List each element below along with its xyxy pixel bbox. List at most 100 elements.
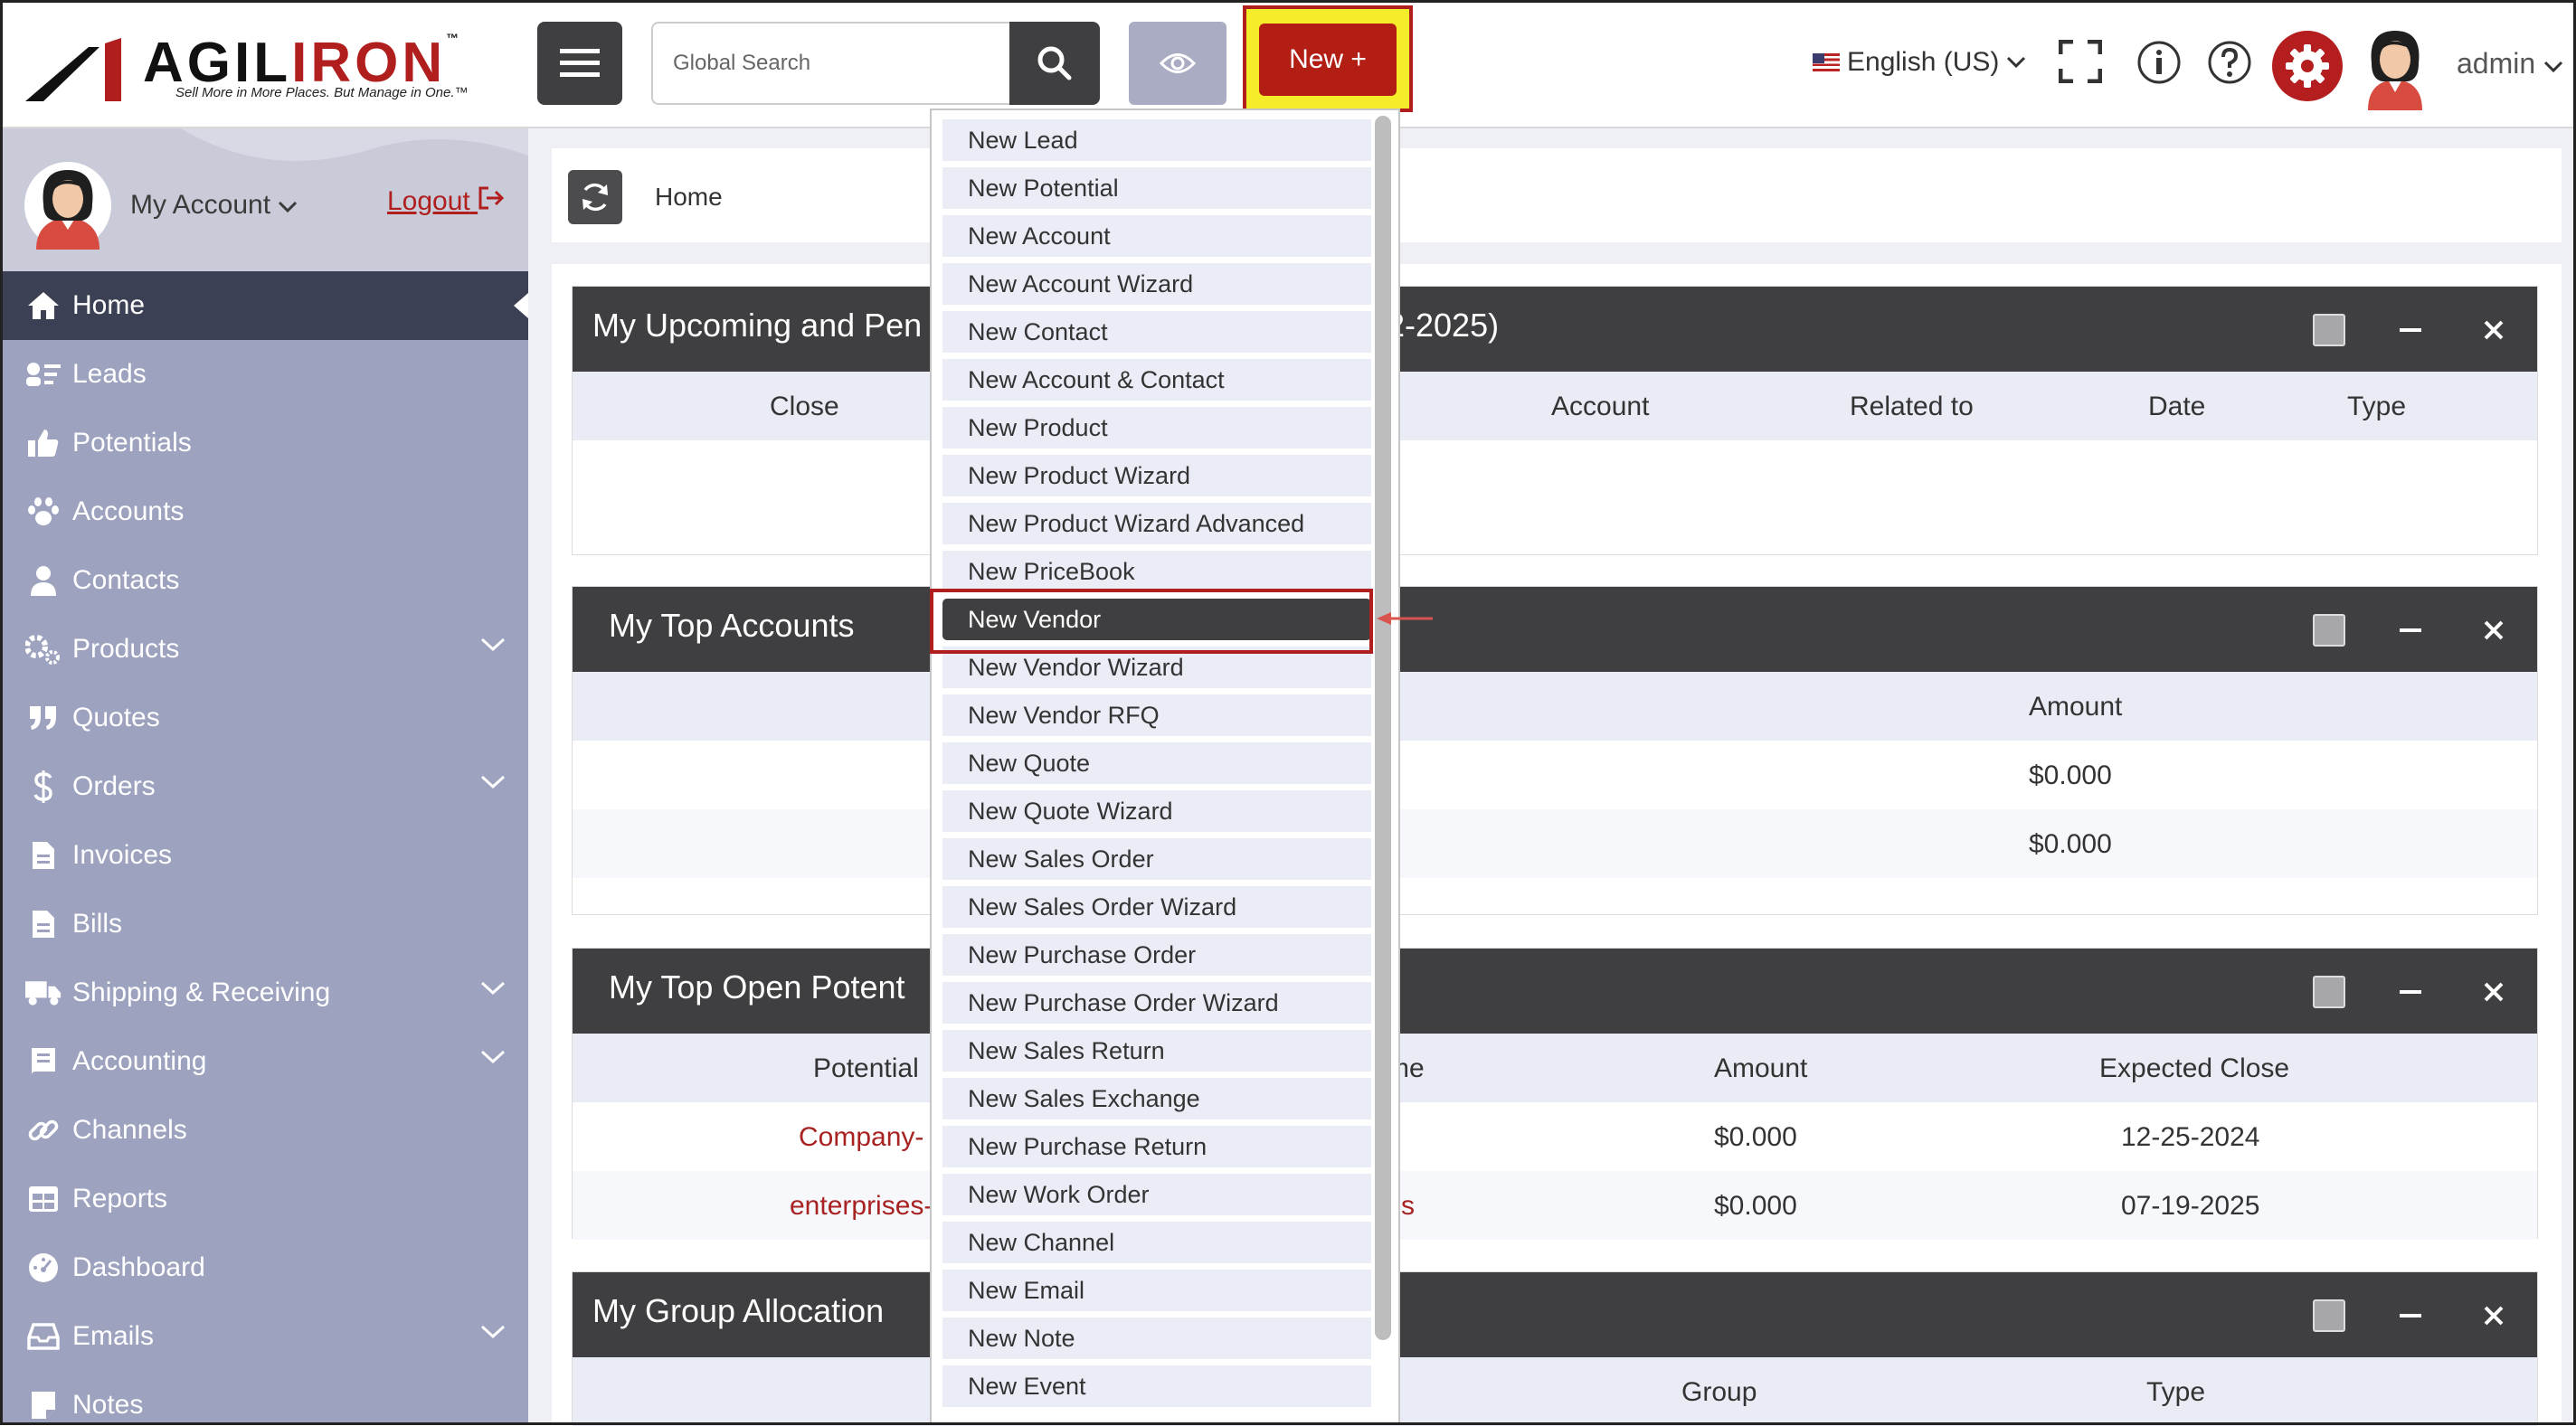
- sidebar-item-potentials[interactable]: Potentials: [0, 409, 528, 477]
- my-account-menu[interactable]: My Account: [130, 190, 298, 221]
- minimize-icon[interactable]: [2396, 976, 2425, 1008]
- menu-item-new-product-wizard-advanced[interactable]: New Product Wizard Advanced: [942, 503, 1371, 544]
- sidebar-item-invoices[interactable]: Invoices: [0, 821, 528, 890]
- maximize-icon[interactable]: [2313, 314, 2345, 346]
- sidebar-item-reports[interactable]: Reports: [0, 1165, 528, 1233]
- gear-icon: [2286, 44, 2329, 88]
- sidebar-item-shipping-receiving[interactable]: Shipping & Receiving: [0, 959, 528, 1027]
- menu-item-new-event[interactable]: New Event: [942, 1365, 1371, 1407]
- sidebar-item-home[interactable]: Home: [0, 271, 528, 340]
- menu-item-new-purchase-order[interactable]: New Purchase Order: [942, 934, 1371, 976]
- logo-mark-icon: [25, 38, 121, 101]
- sidebar-item-products[interactable]: Products: [0, 615, 528, 684]
- menu-item-new-contact[interactable]: New Contact: [942, 311, 1371, 353]
- minimize-icon[interactable]: [2396, 314, 2425, 346]
- language-selector[interactable]: English (US): [1813, 47, 2026, 78]
- close-icon[interactable]: [2479, 314, 2508, 346]
- column-header: Potential: [813, 1053, 919, 1083]
- menu-item-new-pricebook[interactable]: New PriceBook: [942, 551, 1371, 592]
- sidebar-item-channels[interactable]: Channels: [0, 1096, 528, 1165]
- menu-item-new-email[interactable]: New Email: [942, 1270, 1371, 1311]
- column-header: Amount: [1714, 1053, 1808, 1083]
- selected-item-highlight: [930, 589, 1373, 654]
- menu-item-new-work-order[interactable]: New Work Order: [942, 1174, 1371, 1215]
- info-icon[interactable]: [2136, 40, 2182, 85]
- potential-link[interactable]: Company-: [799, 1122, 923, 1153]
- us-flag-icon: [1813, 53, 1840, 71]
- sidebar: My Account Logout Home Leads Potentials …: [0, 128, 528, 1425]
- sidebar-item-quotes[interactable]: Quotes: [0, 684, 528, 752]
- sidebar-item-orders[interactable]: Orders: [0, 752, 528, 821]
- link-icon: [28, 1119, 59, 1141]
- sidebar-item-leads[interactable]: Leads: [0, 340, 528, 409]
- menu-item-new-channel[interactable]: New Channel: [942, 1222, 1371, 1263]
- widget-top-accounts: My Top Accounts Amount $0.000 $0.000: [572, 586, 2538, 915]
- menu-item-new-account-contact[interactable]: New Account & Contact: [942, 359, 1371, 401]
- user-avatar[interactable]: [2359, 27, 2431, 110]
- sidebar-item-label: Accounting: [72, 1046, 207, 1076]
- account-avatar[interactable]: [24, 161, 112, 250]
- refresh-button[interactable]: [568, 170, 622, 224]
- menu-item-new-vendor-rfq[interactable]: New Vendor RFQ: [942, 694, 1371, 736]
- fullscreen-icon[interactable]: [2059, 40, 2102, 83]
- sidebar-item-emails[interactable]: Emails: [0, 1302, 528, 1371]
- search-button[interactable]: [1009, 22, 1100, 105]
- widget-column-header: Group Type: [573, 1357, 2537, 1426]
- sidebar-item-dashboard[interactable]: Dashboard: [0, 1233, 528, 1302]
- sidebar-item-notes[interactable]: Notes: [0, 1371, 528, 1425]
- close-icon[interactable]: [2479, 614, 2508, 647]
- sidebar-item-label: Home: [72, 290, 146, 320]
- menu-item-new-quote[interactable]: New Quote: [942, 742, 1371, 784]
- menu-item-new-sales-order-wizard[interactable]: New Sales Order Wizard: [942, 886, 1371, 928]
- menu-item-new-sales-exchange[interactable]: New Sales Exchange: [942, 1078, 1371, 1119]
- watch-list-button[interactable]: [1129, 22, 1226, 105]
- potential-link[interactable]: enterprises-: [790, 1191, 933, 1222]
- global-search-input[interactable]: Global Search: [651, 22, 1011, 105]
- dropdown-scrollbar[interactable]: [1375, 116, 1391, 1340]
- maximize-icon[interactable]: [2313, 614, 2345, 647]
- sidebar-item-accounting[interactable]: Accounting: [0, 1027, 528, 1096]
- new-button[interactable]: New +: [1259, 24, 1397, 96]
- menu-item-new-sales-return[interactable]: New Sales Return: [942, 1030, 1371, 1072]
- menu-item-new-account-wizard[interactable]: New Account Wizard: [942, 263, 1371, 305]
- breadcrumb-home[interactable]: Home: [655, 183, 723, 212]
- sidebar-item-label: Contacts: [72, 565, 180, 595]
- chevron-down-icon: [480, 775, 506, 789]
- menu-item-new-purchase-return[interactable]: New Purchase Return: [942, 1126, 1371, 1167]
- logout-icon: [478, 186, 505, 210]
- minimize-icon[interactable]: [2396, 614, 2425, 647]
- sidebar-item-accounts[interactable]: Accounts: [0, 477, 528, 546]
- menu-item-new-quote-wizard[interactable]: New Quote Wizard: [942, 790, 1371, 832]
- widget-column-header: Potential me Amount Expected Close: [573, 1034, 2537, 1102]
- close-icon[interactable]: [2479, 976, 2508, 1008]
- widget-title: My Top Accounts: [609, 607, 855, 644]
- agiliron-logo[interactable]: AGILIRON™ Sell More in More Places. But …: [25, 31, 496, 107]
- sidebar-item-bills[interactable]: Bills: [0, 890, 528, 959]
- menu-item-new-sales-order[interactable]: New Sales Order: [942, 838, 1371, 880]
- ledger-icon: [32, 1048, 55, 1075]
- sidebar-item-contacts[interactable]: Contacts: [0, 546, 528, 615]
- menu-item-new-purchase-order-wizard[interactable]: New Purchase Order Wizard: [942, 982, 1371, 1024]
- user-icon: [31, 566, 56, 596]
- help-icon[interactable]: [2207, 40, 2252, 85]
- menu-item-new-lead[interactable]: New Lead: [942, 119, 1371, 161]
- close-icon[interactable]: [2479, 1299, 2508, 1332]
- settings-button[interactable]: [2272, 31, 2343, 101]
- sidebar-item-label: Emails: [72, 1321, 155, 1351]
- menu-item-new-potential[interactable]: New Potential: [942, 167, 1371, 209]
- document-icon: [33, 911, 54, 938]
- user-menu[interactable]: admin: [2457, 47, 2563, 80]
- menu-item-new-note[interactable]: New Note: [942, 1317, 1371, 1359]
- maximize-icon[interactable]: [2313, 976, 2345, 1008]
- column-header: Expected Close: [2099, 1053, 2290, 1083]
- account-link[interactable]: s: [1401, 1191, 1415, 1222]
- widget-group-allocation: My Group Allocation Group Type: [572, 1271, 2538, 1426]
- menu-item-new-account[interactable]: New Account: [942, 215, 1371, 257]
- minimize-icon[interactable]: [2396, 1299, 2425, 1332]
- maximize-icon[interactable]: [2313, 1299, 2345, 1332]
- logout-link[interactable]: Logout: [387, 186, 505, 217]
- menu-item-new-product-wizard[interactable]: New Product Wizard: [942, 455, 1371, 496]
- menu-item-new-product[interactable]: New Product: [942, 407, 1371, 449]
- chevron-down-icon: [480, 981, 506, 996]
- hamburger-menu-button[interactable]: [537, 22, 622, 105]
